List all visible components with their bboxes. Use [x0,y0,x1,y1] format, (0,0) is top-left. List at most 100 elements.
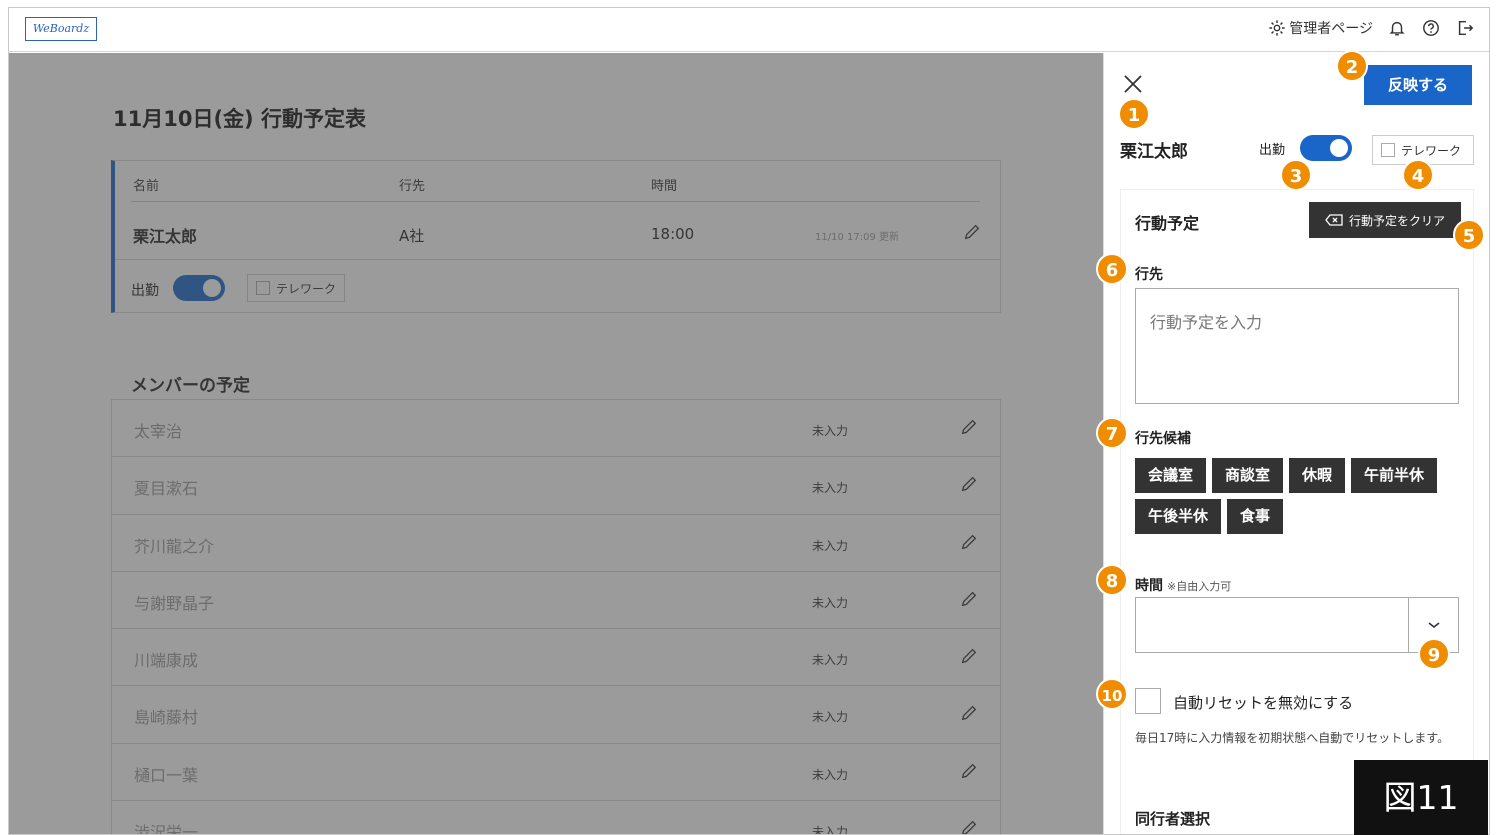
edit-my-schedule-button[interactable] [963,223,981,245]
pencil-icon [961,477,977,492]
app-window: WeBoardz 管理者ページ 11月10日(金) 行動予定表 名前 行先 時間… [8,7,1490,835]
panel-telework-label: テレワーク [1401,143,1462,158]
annotation-badge: 5 [1453,219,1485,251]
my-status-row: 出勤 テレワーク [115,259,1000,314]
candidate-chip[interactable]: 休暇 [1289,458,1346,493]
candidate-chip[interactable]: 午前半休 [1351,458,1438,493]
pencil-icon [961,419,977,435]
clear-plan-button[interactable]: 行動予定をクリア [1309,202,1461,238]
apply-button[interactable]: 反映する [1364,65,1472,105]
clear-plan-label: 行動予定をクリア [1348,213,1445,228]
annotation-badge: 7 [1096,417,1128,449]
toggle-knob [1330,139,1348,157]
member-row[interactable]: 島崎藤村 未入力 [112,686,1000,744]
member-row[interactable]: 与謝野晶子 未入力 [112,571,1000,630]
candidate-chip[interactable]: 商談室 [1212,458,1284,493]
member-name: 芥川龍之介 [134,536,215,556]
notification-button[interactable] [1387,18,1407,38]
member-status: 未入力 [812,825,849,835]
annotation-badge: 4 [1402,159,1434,191]
time-label: 時間 [1135,578,1163,594]
annotation-badge: 3 [1280,159,1312,191]
pencil-icon [962,820,977,834]
member-edit-button[interactable] [960,819,978,834]
telework-label: テレワーク [276,281,337,296]
auto-reset-label: 自動リセットを無効にする [1173,694,1354,712]
pencil-icon [961,763,977,779]
admin-page-link[interactable]: 管理者ページ [1268,18,1373,38]
annotation-badge: 8 [1096,564,1128,596]
close-panel-button[interactable] [1122,73,1144,95]
annotation-badge: 9 [1418,638,1450,670]
col-dest-header: 行先 [399,179,426,194]
gear-icon [1269,20,1285,36]
top-bar: WeBoardz 管理者ページ [9,8,1489,52]
member-status: 未入力 [812,424,849,438]
destination-candidates: 会議室 商談室 休暇 午前半休 午後半休 食事 [1135,458,1465,534]
member-row[interactable]: 川端康成 未入力 [112,629,1000,687]
member-status: 未入力 [812,710,849,725]
member-status: 未入力 [812,538,849,553]
member-name: 太宰治 [134,422,183,441]
pencil-icon [961,706,977,721]
annotation-badge: 6 [1096,253,1128,285]
auto-reset-checkbox[interactable] [1135,688,1161,714]
member-name: 与謝野晶子 [134,593,215,613]
telework-checkbox[interactable]: テレワーク [247,274,346,302]
my-name: 栗江太郎 [133,227,198,246]
member-name: 渋沢栄一 [134,823,199,835]
destination-label: 行先 [1135,267,1163,283]
panel-attendance-toggle[interactable] [1300,135,1352,161]
member-edit-button[interactable] [960,590,978,612]
candidate-chip[interactable]: 食事 [1227,499,1284,534]
member-row[interactable]: 太宰治 未入力 [112,400,1000,458]
pencil-icon [961,648,977,664]
member-status: 未入力 [812,481,849,496]
pencil-icon [961,534,977,549]
attendance-toggle[interactable] [173,275,225,301]
time-combobox[interactable] [1135,597,1459,653]
toggle-knob [203,279,221,297]
schedule-main: 11月10日(金) 行動予定表 名前 行先 時間 栗江太郎 A社 18:00 1… [9,53,1103,835]
member-edit-button[interactable] [960,533,978,555]
member-row[interactable]: 芥川龍之介 未入力 [112,514,1000,572]
member-row[interactable]: 夏目漱石 未入力 [112,457,1000,515]
pencil-icon [961,591,977,607]
top-actions: 管理者ページ [1268,18,1475,38]
member-name: 夏目漱石 [134,479,199,499]
close-icon [1124,75,1142,93]
pencil-icon [964,224,980,240]
destination-textarea[interactable]: 行動予定を入力 [1135,288,1459,404]
backspace-icon [1325,214,1343,226]
member-edit-button[interactable] [960,475,978,497]
panel-attendance-label: 出勤 [1259,143,1286,158]
chevron-down-icon [1428,622,1439,629]
header-divider [131,201,980,202]
member-edit-button[interactable] [960,704,978,726]
member-row[interactable]: 渋沢栄一 未入力 [112,801,1000,835]
members-table: 太宰治 未入力 夏目漱石 未入力 芥川龍之介 未入力 与謝野晶子 未入力 川端康成 未入力… [111,399,1001,835]
member-row[interactable]: 樋口一葉 未入力 [112,743,1000,802]
checkbox-square [256,281,270,295]
logout-icon [1458,20,1474,36]
member-edit-button[interactable] [960,418,978,440]
member-edit-button[interactable] [960,647,978,669]
help-button[interactable] [1421,18,1441,38]
annotation-badge: 2 [1336,50,1368,82]
page-title: 11月10日(金) 行動予定表 [113,107,366,131]
time-note: ※自由入力可 [1167,580,1232,593]
logout-button[interactable] [1455,18,1475,38]
members-title: メンバーの予定 [131,376,250,396]
checkbox-square [1381,143,1395,157]
member-name: 島崎藤村 [134,708,199,728]
member-edit-button[interactable] [960,762,978,784]
bell-icon [1389,21,1405,36]
candidate-chip[interactable]: 会議室 [1135,458,1207,493]
candidate-chip[interactable]: 午後半休 [1135,499,1222,534]
col-name-header: 名前 [133,179,160,194]
figure-label: 図11 [1354,760,1488,835]
attendance-label: 出勤 [131,283,159,299]
member-name: 樋口一葉 [134,765,199,785]
my-time: 18:00 [651,225,695,243]
col-time-header: 時間 [651,179,678,194]
